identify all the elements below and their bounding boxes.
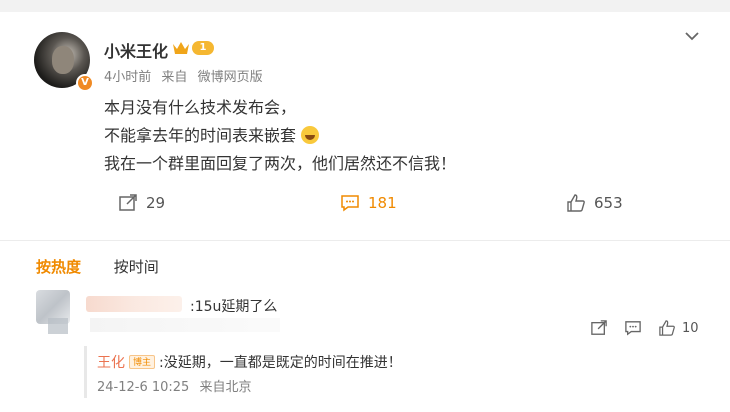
post-source: 微博网页版	[197, 70, 263, 85]
post-line: 不能拿去年的时间表来嵌套	[104, 126, 297, 145]
comment-actions: 10	[590, 320, 699, 336]
laughing-emoji-icon	[301, 126, 320, 144]
thumbs-up-icon	[659, 320, 675, 336]
thumbs-up-icon	[567, 194, 585, 212]
crown-icon	[173, 42, 189, 54]
comment-icon[interactable]	[624, 320, 642, 336]
source-prefix: 来自	[161, 70, 188, 85]
post-meta: 4小时前 来自 微博网页版	[104, 66, 269, 85]
comment-text: :15u延期了么	[190, 299, 278, 315]
tab-sort-by-time[interactable]: 按时间	[114, 256, 159, 277]
post-line-with-emoji: 不能拿去年的时间表来嵌套	[104, 122, 456, 150]
post-line: 本月没有什么技术发布会，	[104, 98, 297, 117]
comment-like-count: 10	[682, 320, 699, 336]
reply-line: 王化 博主 :没延期，一直都是既定的时间在推进！	[97, 352, 402, 372]
divider	[0, 240, 730, 241]
level-badge: 1	[192, 41, 214, 55]
top-strip	[0, 0, 730, 12]
sort-tabs: 按热度 按时间	[36, 256, 187, 277]
username[interactable]: 小米王化	[104, 38, 168, 62]
chevron-down-icon[interactable]	[684, 30, 700, 42]
verified-badge: V	[76, 74, 94, 92]
like-button[interactable]: 653	[566, 194, 623, 212]
repost-icon[interactable]	[590, 320, 608, 336]
host-badge: 博主	[129, 355, 156, 369]
reply-text: :没延期，一直都是既定的时间在推进！	[159, 355, 402, 371]
reply-location: 来自北京	[199, 380, 252, 395]
blurred-region	[90, 318, 280, 332]
action-bar: 29 181 653	[0, 190, 730, 220]
comment-avatar-blur	[48, 318, 68, 334]
comment-count: 181	[368, 194, 397, 212]
repost-icon	[119, 194, 137, 211]
reply-author[interactable]: 王化	[97, 352, 125, 372]
like-count: 653	[594, 194, 623, 212]
comment-button[interactable]: 181	[340, 194, 397, 212]
reply-meta: 24-12-6 10:25 来自北京	[97, 376, 258, 395]
avatar-face	[52, 46, 74, 74]
repost-count: 29	[146, 194, 166, 212]
reply-date: 24-12-6 10:25	[97, 380, 190, 395]
comment-icon	[341, 195, 359, 212]
post-line: 我在一个群里面回复了两次，他们居然还不信我！	[104, 154, 457, 173]
tab-sort-by-hot[interactable]: 按热度	[36, 256, 81, 277]
comment-like-button[interactable]: 10	[658, 320, 699, 336]
weibo-post-card: V 小米王化 1 4小时前 来自 微博网页版 本月没有什么技术发布会， 不能拿去…	[0, 0, 730, 412]
blurred-commenter-name	[86, 296, 182, 312]
post-time[interactable]: 4小时前	[104, 70, 151, 85]
reply-box: 王化 博主 :没延期，一直都是既定的时间在推进！ 24-12-6 10:25 来…	[84, 346, 704, 398]
post-body: 本月没有什么技术发布会， 不能拿去年的时间表来嵌套 我在一个群里面回复了两次，他…	[104, 94, 456, 178]
repost-button[interactable]: 29	[118, 194, 165, 212]
